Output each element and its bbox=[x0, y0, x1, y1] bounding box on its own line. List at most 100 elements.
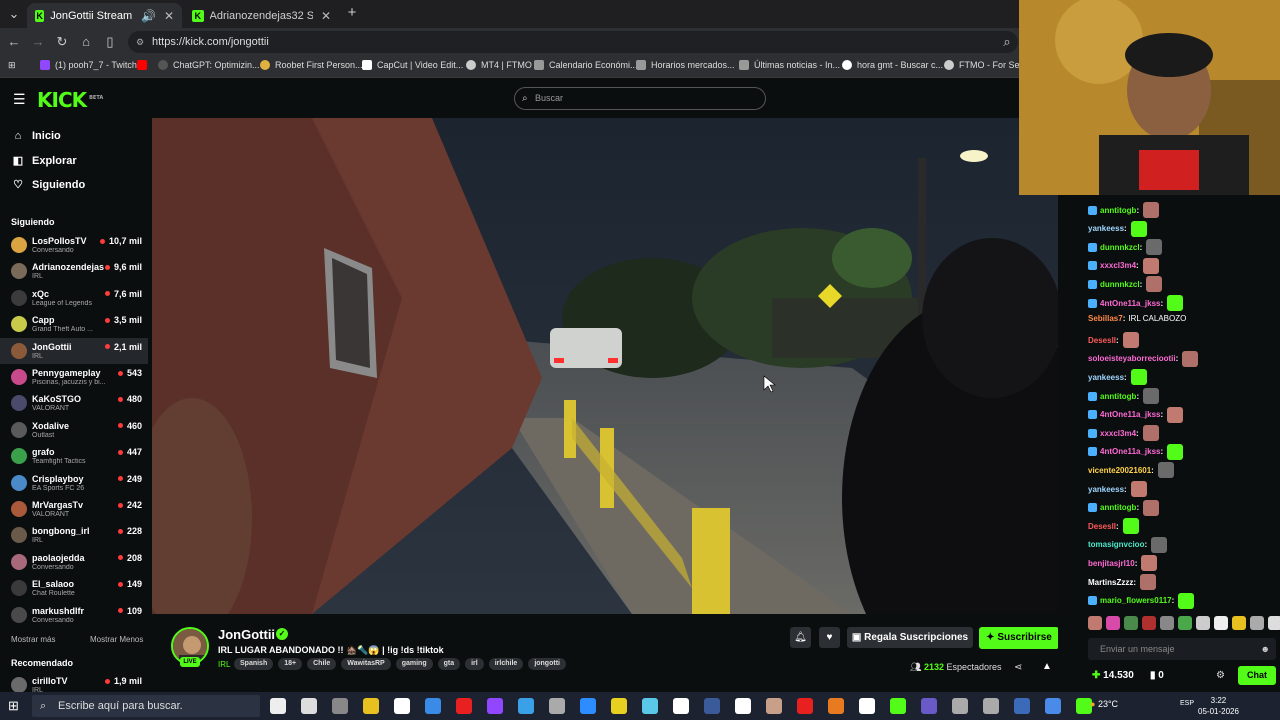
bookmark-ftmo[interactable]: FTMO - For Serio bbox=[944, 60, 1030, 70]
apps-icon[interactable]: ⊞ bbox=[8, 60, 16, 71]
bookmark-capcut[interactable]: CapCut | Video Edit... bbox=[362, 60, 463, 70]
chat-username[interactable]: vicente20021601 bbox=[1088, 466, 1151, 475]
chat-username[interactable]: anntitogb bbox=[1100, 206, 1136, 215]
site-info-icon[interactable]: ⚙ bbox=[136, 31, 144, 53]
chat-username[interactable]: yankeess bbox=[1088, 224, 1124, 233]
taskbar-app-icon[interactable] bbox=[363, 698, 379, 714]
chat-username[interactable]: anntitogb bbox=[1100, 392, 1136, 401]
emote-icon[interactable] bbox=[1250, 616, 1264, 630]
sidebar-channel-adrianozendejas32[interactable]: Adrianozendejas32IRL 9,6 mil bbox=[0, 258, 148, 284]
reload-icon[interactable]: ↻ bbox=[54, 34, 70, 50]
nav-siguiendo[interactable]: ♡ Siguiendo bbox=[12, 178, 85, 192]
sidebar-channel-el_salaoo[interactable]: El_salaoo Chat Roulette 149 bbox=[0, 575, 148, 601]
zoom-icon[interactable]: ⌕ bbox=[999, 34, 1015, 50]
kick-logo[interactable]: KICK BETA bbox=[37, 88, 103, 112]
emote-icon[interactable] bbox=[1268, 616, 1280, 630]
chat-input[interactable]: Enviar un mensaje ☻ bbox=[1088, 638, 1276, 660]
sidebar-channel-jongottii[interactable]: JonGottii IRL 2,1 mil bbox=[0, 337, 148, 364]
chat-username[interactable]: tomasignvcioo bbox=[1088, 540, 1144, 549]
bookmark-twitch[interactable]: (1) pooh7_7 - Twitch bbox=[40, 60, 137, 70]
share-icon[interactable]: ⋖ bbox=[1014, 662, 1022, 673]
chat-username[interactable]: Desesll bbox=[1088, 336, 1116, 345]
emote-icon[interactable] bbox=[1178, 616, 1192, 630]
taskbar-search[interactable]: ⌕ Escribe aquí para buscar. bbox=[32, 695, 260, 717]
emote-icon[interactable] bbox=[1142, 616, 1156, 630]
nav-explorar[interactable]: ◧ Explorar bbox=[12, 154, 77, 168]
stream-tag[interactable]: irl bbox=[465, 658, 484, 670]
video-player[interactable] bbox=[152, 118, 1058, 614]
chat-username[interactable]: 4ntOne11a_jkss bbox=[1100, 299, 1160, 308]
emote-icon[interactable] bbox=[1106, 616, 1120, 630]
stream-tag[interactable]: 18+ bbox=[278, 658, 303, 670]
home-icon[interactable]: ⌂ bbox=[78, 34, 94, 50]
taskbar-app-icon[interactable] bbox=[952, 698, 968, 714]
emote-icon[interactable] bbox=[1214, 616, 1228, 630]
bookmark-youtube[interactable] bbox=[137, 60, 152, 70]
sidebar-channel-xodalive[interactable]: Xodalive Outlast 460 bbox=[0, 417, 148, 443]
chat-username[interactable]: MartinsZzzz bbox=[1088, 578, 1133, 587]
nav-inicio[interactable]: ⌂ Inicio bbox=[12, 130, 61, 142]
chat-username[interactable]: 4ntOne11a_jkss bbox=[1100, 447, 1160, 456]
sidebar-channel-capp[interactable]: Capp Grand Theft Auto ... 3,5 mil bbox=[0, 311, 148, 337]
taskbar-app-icon[interactable] bbox=[890, 698, 906, 714]
url-field[interactable]: ⚙ https://kick.com/jongottii bbox=[128, 31, 1018, 53]
taskbar-app-icon[interactable] bbox=[425, 698, 441, 714]
chat-settings-icon[interactable]: ⚙ bbox=[1216, 670, 1225, 681]
chat-username[interactable]: benjitasjrl10 bbox=[1088, 559, 1135, 568]
taskbar-app-icon[interactable] bbox=[332, 698, 348, 714]
taskbar-app-icon[interactable] bbox=[735, 698, 751, 714]
notification-bell-button[interactable]: 🔔︎ bbox=[790, 627, 811, 648]
chat-username[interactable]: yankeess bbox=[1088, 373, 1124, 382]
chat-username[interactable]: mario_flowers0117 bbox=[1100, 596, 1172, 605]
new-tab-icon[interactable]: + bbox=[344, 5, 360, 21]
taskbar-app-icon[interactable] bbox=[859, 698, 875, 714]
taskbar-app-icon[interactable] bbox=[518, 698, 534, 714]
emote-icon[interactable] bbox=[1088, 616, 1102, 630]
emote-icon[interactable] bbox=[1232, 616, 1246, 630]
chat-username[interactable]: yankeess bbox=[1088, 485, 1124, 494]
stream-tag[interactable]: gta bbox=[437, 658, 461, 670]
bookmark-horarios[interactable]: Horarios mercados... bbox=[636, 60, 735, 70]
close-tab-icon[interactable]: ✕ bbox=[321, 9, 331, 23]
sidebar-toggle-icon[interactable]: ▯ bbox=[102, 34, 118, 50]
taskbar-app-icon[interactable] bbox=[456, 698, 472, 714]
tab-adrianozendejas[interactable]: K Adrianozendejas32 Stream - Watch ✕ bbox=[184, 3, 339, 28]
bookmark-calendario[interactable]: Calendario Económi... bbox=[534, 60, 638, 70]
chat-username[interactable]: dunnnkzcl bbox=[1100, 243, 1140, 252]
taskbar-app-icon[interactable] bbox=[301, 698, 317, 714]
taskbar-app-icon[interactable] bbox=[1045, 698, 1061, 714]
tab-jongottii[interactable]: K JonGottii Stream - Watch Live 🔊 ✕ bbox=[27, 3, 182, 28]
stream-category[interactable]: IRL bbox=[218, 660, 230, 669]
sidebar-channel-xqc[interactable]: xQc League of Legends 7,6 mil bbox=[0, 285, 148, 311]
taskbar-app-icon[interactable] bbox=[549, 698, 565, 714]
tab-list-icon[interactable]: ⌄ bbox=[6, 6, 22, 22]
sidebar-channel-kakostgo[interactable]: KaKoSTGO VALORANT 480 bbox=[0, 390, 148, 416]
sidebar-channel-bongbong_irl[interactable]: bongbong_irl IRL 228 bbox=[0, 522, 148, 548]
taskbar-app-icon[interactable] bbox=[270, 698, 286, 714]
sidebar-channel-grafo[interactable]: grafo Teamfight Tactics 447 bbox=[0, 443, 148, 469]
subscribe-button[interactable]: ✦ Suscribirse bbox=[979, 627, 1059, 649]
chat-username[interactable]: anntitogb bbox=[1100, 503, 1136, 512]
language-indicator[interactable]: ESP bbox=[1180, 700, 1194, 707]
taskbar-app-icon[interactable] bbox=[983, 698, 999, 714]
chat-username[interactable]: 4ntOne11a_jkss bbox=[1100, 410, 1160, 419]
chat-send-button[interactable]: Chat bbox=[1238, 666, 1276, 685]
chat-username[interactable]: soloeisteyaborreciootii bbox=[1088, 354, 1176, 363]
show-less-button[interactable]: Mostrar Menos bbox=[90, 635, 143, 644]
gift-subscriptions-button[interactable]: ▣ Regala Suscripciones bbox=[847, 627, 973, 648]
chat-username[interactable]: dunnnkzcl bbox=[1100, 280, 1140, 289]
taskbar-app-icon[interactable] bbox=[828, 698, 844, 714]
stream-tag[interactable]: Chile bbox=[307, 658, 337, 670]
taskbar-app-icon[interactable] bbox=[797, 698, 813, 714]
stream-tag[interactable]: Spanish bbox=[234, 658, 274, 670]
sidebar-channel-crisplayboy[interactable]: Crisplayboy EA Sports FC 26 249 bbox=[0, 470, 148, 496]
windows-start-icon[interactable]: ⊞ bbox=[8, 698, 19, 714]
bookmark-google[interactable]: hora gmt - Buscar c... bbox=[842, 60, 943, 70]
chat-username[interactable]: Sebillas7 bbox=[1088, 314, 1123, 323]
bookmark-noticias[interactable]: Últimas noticias - In... bbox=[739, 60, 840, 70]
system-clock[interactable]: 3:22 05-01-2026 bbox=[1198, 695, 1239, 717]
taskbar-app-icon[interactable] bbox=[611, 698, 627, 714]
follow-heart-button[interactable]: ♥ bbox=[819, 627, 840, 648]
close-tab-icon[interactable]: ✕ bbox=[164, 9, 174, 23]
taskbar-app-icon[interactable] bbox=[921, 698, 937, 714]
